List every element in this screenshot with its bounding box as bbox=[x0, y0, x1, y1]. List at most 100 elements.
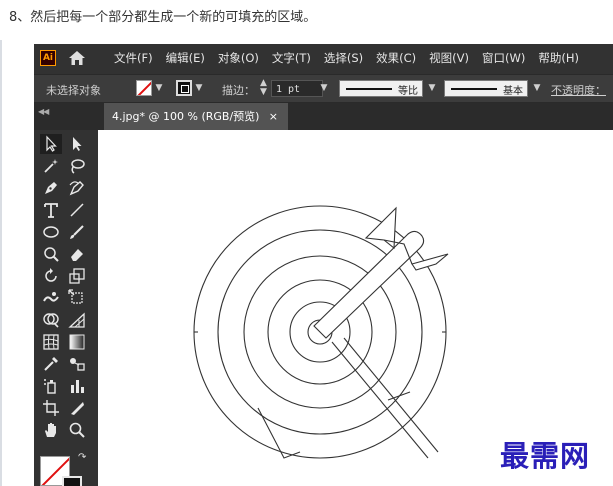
stand-right-leg-2 bbox=[343, 337, 439, 453]
tools-panel: ↷ bbox=[34, 130, 94, 486]
magic-wand-tool[interactable] bbox=[40, 156, 62, 176]
rotate-tool[interactable] bbox=[40, 266, 62, 286]
hand-tool-icon bbox=[45, 423, 56, 437]
perspective-grid-icon bbox=[68, 312, 85, 328]
paintbrush-tool[interactable] bbox=[66, 222, 88, 242]
ellipse-tool-icon bbox=[43, 226, 59, 238]
ellipse-tool[interactable] bbox=[40, 222, 62, 242]
stroke-color-swatch[interactable] bbox=[62, 476, 82, 486]
shaper-tool-icon bbox=[44, 247, 59, 262]
blend-tool-icon bbox=[70, 358, 85, 371]
document-tab-bar: ◀◀ 4.jpg* @ 100 % (RGB/预览) × bbox=[34, 103, 613, 130]
stroke-weight-input[interactable]: 1 pt bbox=[271, 80, 323, 97]
magic-wand-icon bbox=[44, 159, 58, 173]
curvature-tool[interactable] bbox=[66, 178, 88, 198]
lasso-tool[interactable] bbox=[66, 156, 88, 176]
stand-left-leg bbox=[257, 407, 301, 459]
swap-colors-icon[interactable]: ↷ bbox=[78, 452, 86, 463]
profile-chevron-icon[interactable]: ▼ bbox=[426, 79, 438, 97]
stroke-stepper-icon[interactable]: ▲ ▼ bbox=[260, 79, 267, 97]
stand-right-leg-1 bbox=[331, 341, 429, 459]
menu-type[interactable]: 文字(T) bbox=[272, 50, 311, 66]
hand-tool[interactable] bbox=[40, 420, 62, 440]
document-tab-label: 4.jpg* @ 100 % (RGB/预览) bbox=[112, 110, 260, 123]
selection-tool-icon bbox=[46, 135, 57, 152]
direct-selection-tool-icon bbox=[73, 137, 82, 151]
opacity-label[interactable]: 不透明度： bbox=[551, 82, 606, 98]
slice-tool-icon bbox=[71, 402, 84, 415]
instruction-text: 8、然后把每一个部分都生成一个新的可填充的区域。 bbox=[9, 10, 317, 25]
none-fill-icon bbox=[137, 81, 151, 95]
selection-tool[interactable] bbox=[40, 134, 62, 154]
artboard-tool[interactable] bbox=[40, 398, 62, 418]
eraser-tool[interactable] bbox=[66, 244, 88, 264]
menu-effect[interactable]: 效果(C) bbox=[376, 50, 416, 66]
artboard-tool-icon bbox=[43, 400, 59, 416]
symbol-sprayer-icon bbox=[44, 379, 56, 394]
menu-items: 文件(F) 编辑(E) 对象(O) 文字(T) 选择(S) 效果(C) 视图(V… bbox=[114, 44, 592, 72]
line-tool-icon bbox=[70, 203, 84, 217]
menu-help[interactable]: 帮助(H) bbox=[538, 50, 579, 66]
stroke-swatch[interactable] bbox=[176, 80, 192, 96]
menu-view[interactable]: 视图(V) bbox=[429, 50, 469, 66]
curvature-tool-icon bbox=[69, 181, 84, 196]
column-graph-icon bbox=[71, 380, 84, 393]
arrow-shaft bbox=[313, 230, 425, 339]
shape-builder-icon bbox=[43, 313, 59, 328]
fill-dropdown-chevron-icon[interactable]: ▼ bbox=[153, 79, 165, 97]
blend-tool[interactable] bbox=[66, 354, 88, 374]
home-icon[interactable] bbox=[68, 50, 86, 66]
perspective-grid-tool[interactable] bbox=[66, 310, 88, 330]
variable-width-profile[interactable]: 等比 bbox=[339, 80, 423, 97]
zoom-tool[interactable] bbox=[66, 420, 88, 440]
pen-tool[interactable] bbox=[40, 178, 62, 198]
rotate-tool-icon bbox=[45, 268, 57, 282]
zoom-tool-icon bbox=[69, 422, 85, 438]
menu-window[interactable]: 窗口(W) bbox=[482, 50, 525, 66]
brush-definition[interactable]: 基本 bbox=[444, 80, 528, 97]
shaper-tool[interactable] bbox=[40, 244, 62, 264]
menu-select[interactable]: 选择(S) bbox=[324, 50, 363, 66]
gradient-tool-icon bbox=[69, 334, 85, 350]
menu-bar: Ai 文件(F) 编辑(E) 对象(O) 文字(T) 选择(S) 效果(C) 视… bbox=[34, 44, 613, 72]
warp-tool[interactable] bbox=[40, 288, 62, 308]
gradient-tool[interactable] bbox=[66, 332, 88, 352]
type-tool-icon bbox=[44, 203, 58, 218]
stroke-weight-label: 描边： bbox=[222, 84, 255, 97]
symbol-sprayer-tool[interactable] bbox=[40, 376, 62, 396]
eraser-icon bbox=[71, 249, 83, 261]
free-transform-tool[interactable] bbox=[66, 288, 88, 308]
fill-swatch[interactable] bbox=[136, 80, 152, 96]
eyedropper-tool[interactable] bbox=[40, 354, 62, 374]
column-graph-tool[interactable] bbox=[66, 376, 88, 396]
menu-file[interactable]: 文件(F) bbox=[114, 50, 153, 66]
control-bar: 未选择对象 ▼ ▼ 描边： ▲ ▼ 1 pt ▼ 等比 ▼ 基本 ▼ 不透明度： bbox=[34, 74, 613, 103]
line-tool[interactable] bbox=[66, 200, 88, 220]
shape-builder-tool[interactable] bbox=[40, 310, 62, 330]
mesh-tool-icon bbox=[43, 334, 59, 350]
slice-tool[interactable] bbox=[66, 398, 88, 418]
paintbrush-icon bbox=[70, 225, 84, 239]
type-tool[interactable] bbox=[40, 200, 62, 220]
stroke-weight-chevron-icon[interactable]: ▼ bbox=[318, 79, 330, 97]
scale-tool-icon bbox=[69, 268, 85, 284]
site-watermark: 最需网 bbox=[500, 439, 591, 473]
stroke-dropdown-chevron-icon[interactable]: ▼ bbox=[193, 79, 205, 97]
collapse-panel-icon[interactable]: ◀◀ bbox=[38, 107, 49, 116]
eyedropper-icon bbox=[44, 357, 58, 371]
brush-chevron-icon[interactable]: ▼ bbox=[531, 79, 543, 97]
scale-tool[interactable] bbox=[66, 266, 88, 286]
direct-selection-tool[interactable] bbox=[66, 134, 88, 154]
app-logo: Ai bbox=[40, 50, 56, 66]
menu-edit[interactable]: 编辑(E) bbox=[166, 50, 205, 66]
page-left-rule bbox=[0, 40, 2, 486]
warp-tool-icon bbox=[43, 292, 59, 302]
menu-object[interactable]: 对象(O) bbox=[218, 50, 259, 66]
free-transform-icon bbox=[68, 289, 83, 304]
document-tab[interactable]: 4.jpg* @ 100 % (RGB/预览) × bbox=[104, 103, 288, 130]
selection-state-label: 未选择对象 bbox=[46, 84, 101, 97]
close-icon[interactable]: × bbox=[269, 103, 278, 130]
lasso-icon bbox=[71, 159, 85, 174]
mesh-tool[interactable] bbox=[40, 332, 62, 352]
pen-tool-icon bbox=[45, 182, 57, 194]
